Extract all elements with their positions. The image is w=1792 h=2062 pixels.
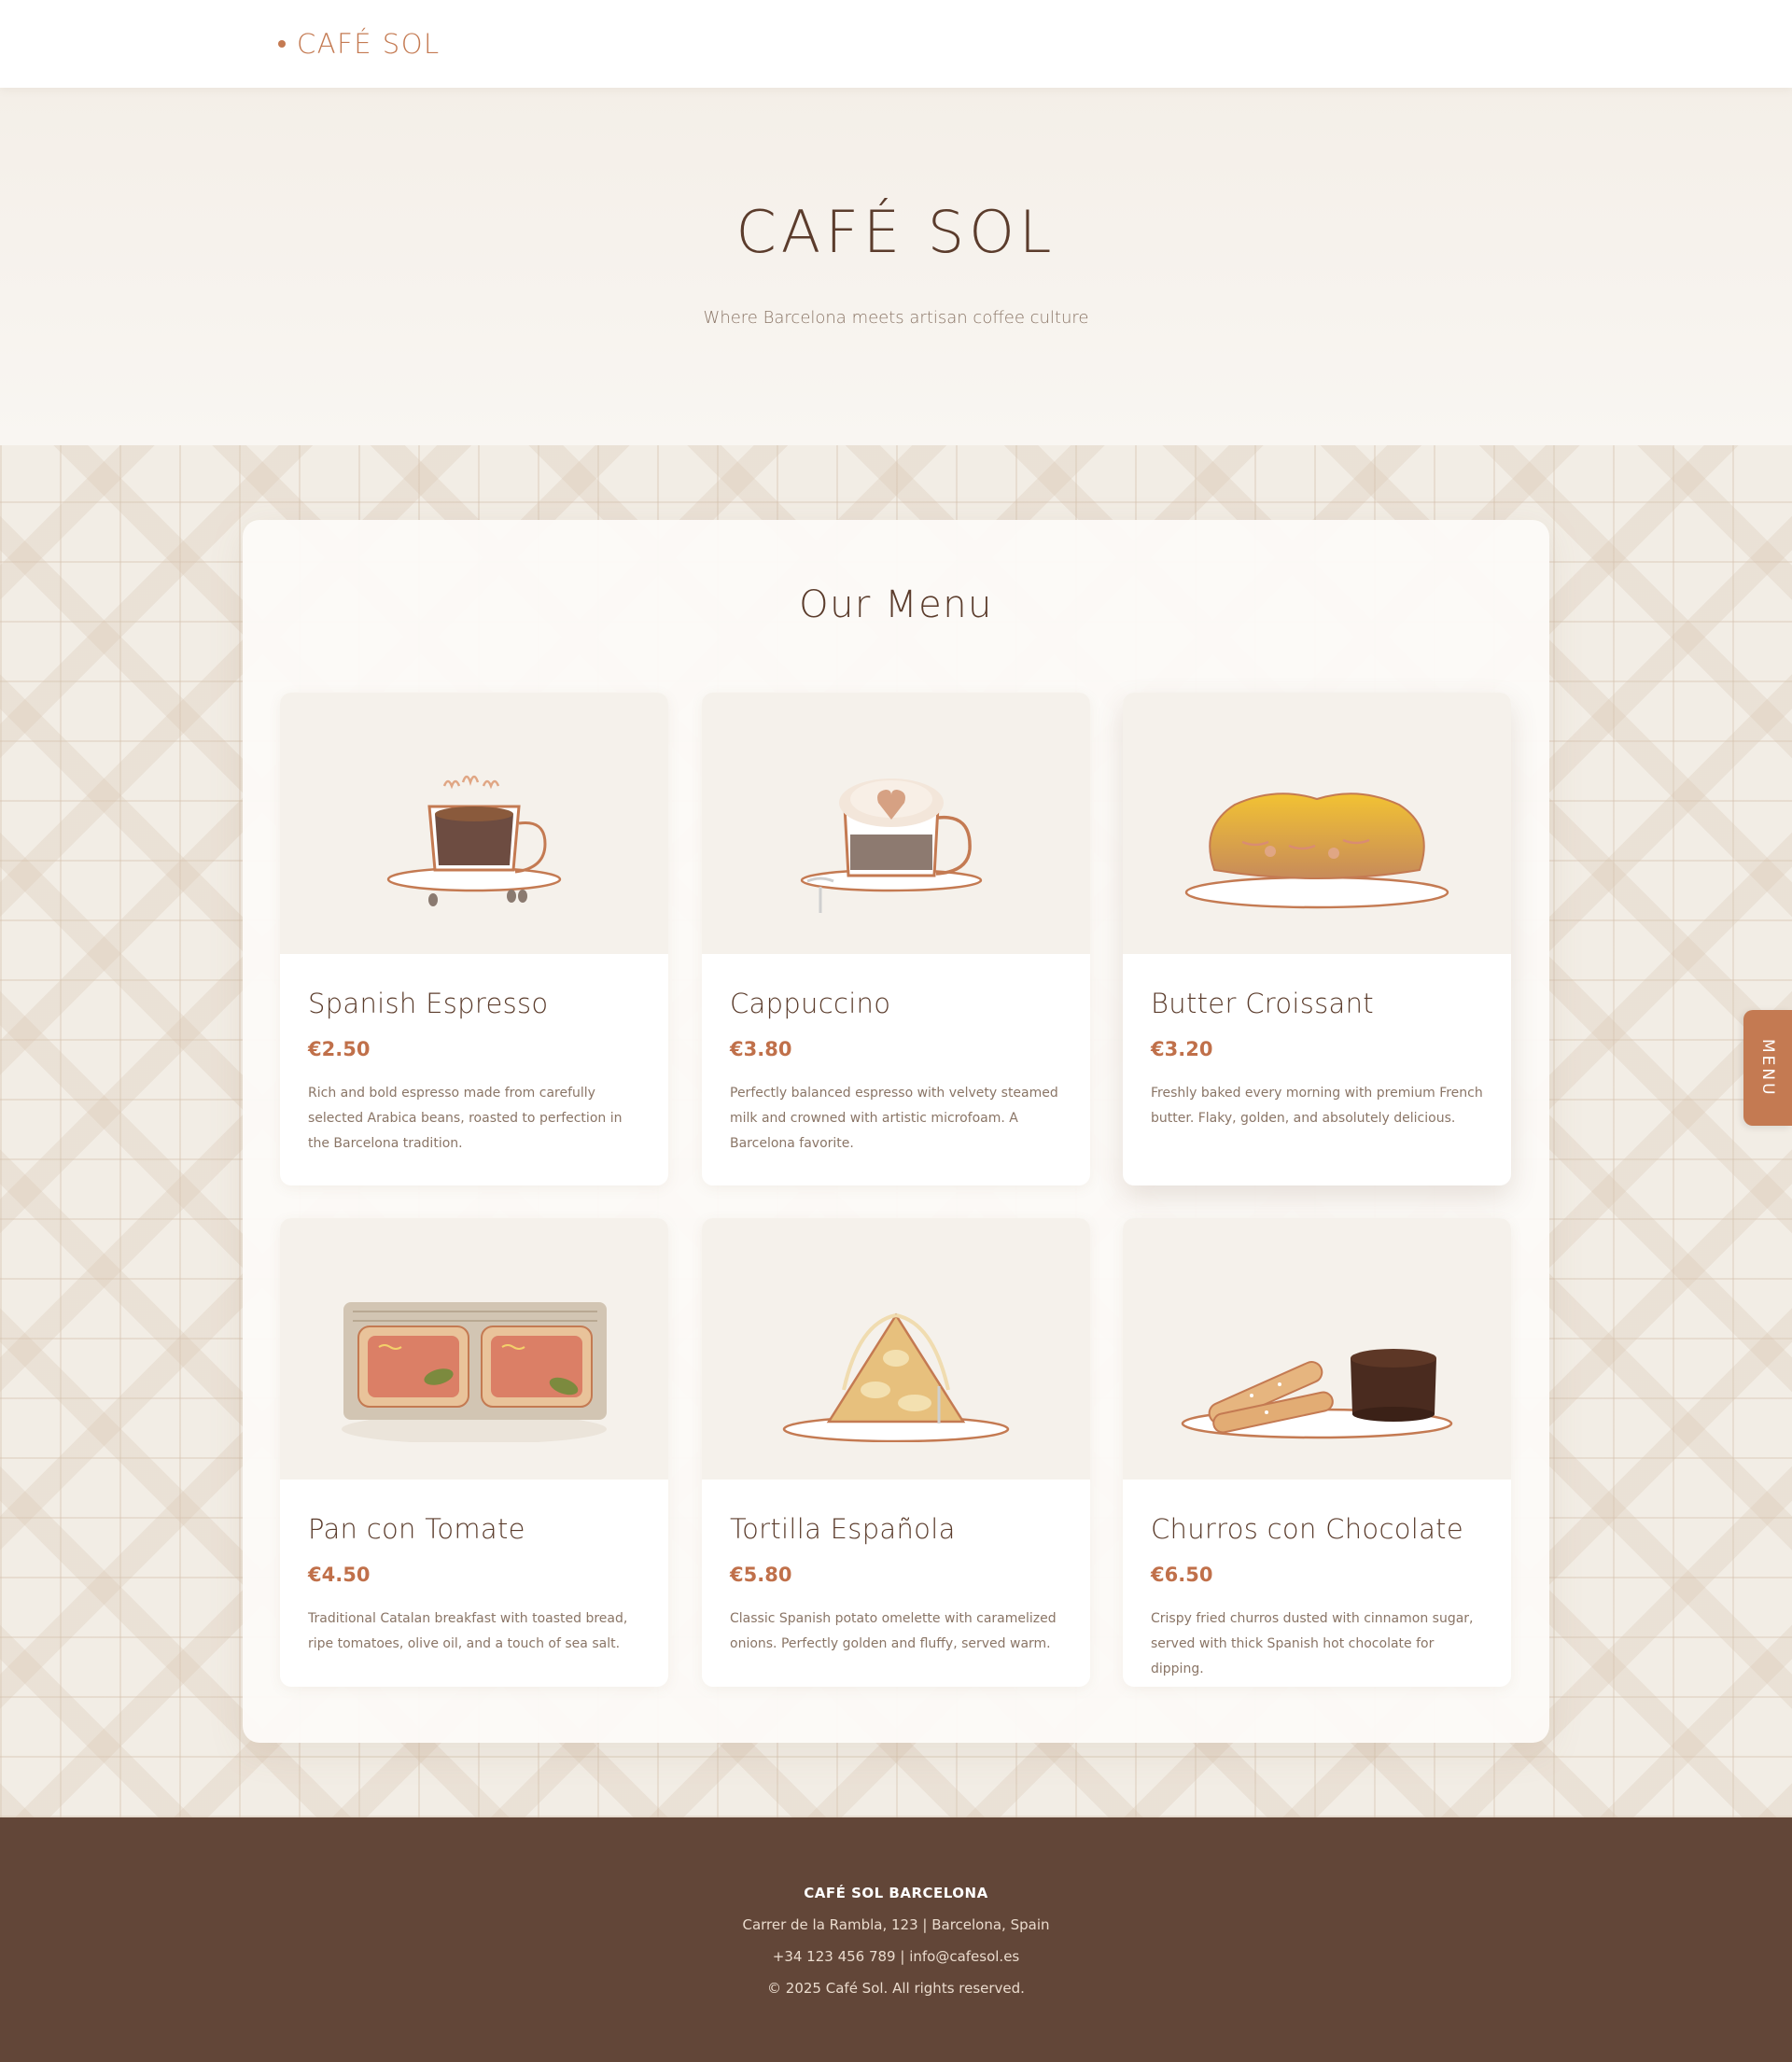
card-image bbox=[702, 1218, 1090, 1480]
footer-address: Carrer de la Rambla, 123 | Barcelona, Sp… bbox=[742, 1916, 1050, 1933]
item-price: €4.50 bbox=[308, 1564, 371, 1586]
card-image bbox=[702, 693, 1090, 954]
logo-dot-icon bbox=[278, 40, 286, 48]
churros-chocolate-icon bbox=[1181, 1349, 1453, 1439]
item-description: Crispy fried churros dusted with cinnamo… bbox=[1151, 1611, 1474, 1676]
item-description: Rich and bold espresso made from careful… bbox=[308, 1086, 623, 1151]
item-name: Spanish Espresso bbox=[308, 988, 549, 1019]
item-name: Churros con Chocolate bbox=[1151, 1513, 1463, 1545]
item-description: Classic Spanish potato omelette with car… bbox=[730, 1611, 1057, 1651]
header-logo[interactable]: CAFÉ SOL bbox=[278, 28, 441, 60]
top-header: CAFÉ SOL bbox=[0, 0, 1792, 88]
tortilla-slice-icon bbox=[782, 1312, 1010, 1442]
menu-section: Our Menu Spanish Espresso €2.50 Rich and… bbox=[243, 520, 1549, 1743]
item-name: Tortilla Española bbox=[730, 1513, 956, 1545]
menu-card-pan-con-tomate[interactable]: Pan con Tomate €4.50 Traditional Catalan… bbox=[280, 1218, 668, 1687]
item-price: €2.50 bbox=[308, 1038, 371, 1060]
logo-text: CAFÉ SOL bbox=[297, 28, 441, 60]
card-image bbox=[280, 1218, 668, 1480]
item-description: Freshly baked every morning with premium… bbox=[1151, 1086, 1483, 1126]
menu-title: Our Menu bbox=[799, 583, 993, 626]
item-price: €3.20 bbox=[1151, 1038, 1213, 1060]
item-name: Butter Croissant bbox=[1151, 988, 1374, 1019]
espresso-cup-icon bbox=[386, 775, 562, 906]
item-name: Pan con Tomate bbox=[308, 1513, 525, 1545]
menu-card-tortilla-espanola[interactable]: Tortilla Española €5.80 Classic Spanish … bbox=[702, 1218, 1090, 1687]
item-description: Perfectly balanced espresso with velvety… bbox=[730, 1086, 1058, 1151]
hero-section: CAFÉ SOL Where Barcelona meets artisan c… bbox=[0, 88, 1792, 445]
side-menu-tab-label: MENU bbox=[1758, 1038, 1777, 1098]
item-price: €6.50 bbox=[1151, 1564, 1213, 1586]
card-image bbox=[1123, 1218, 1511, 1480]
menu-card-spanish-espresso[interactable]: Spanish Espresso €2.50 Rich and bold esp… bbox=[280, 693, 668, 1185]
menu-card-butter-croissant[interactable]: Butter Croissant €3.20 Freshly baked eve… bbox=[1123, 693, 1511, 1185]
menu-card-cappuccino[interactable]: Cappuccino €3.80 Perfectly balanced espr… bbox=[702, 693, 1090, 1185]
card-image bbox=[1123, 693, 1511, 954]
footer-contact: +34 123 456 789 | info@cafesol.es bbox=[772, 1948, 1020, 1965]
pan-con-tomate-icon bbox=[342, 1302, 607, 1442]
croissant-icon bbox=[1184, 793, 1449, 909]
footer: CAFÉ SOL BARCELONA Carrer de la Rambla, … bbox=[0, 1817, 1792, 2062]
item-price: €5.80 bbox=[730, 1564, 792, 1586]
footer-copyright: © 2025 Café Sol. All rights reserved. bbox=[767, 1980, 1025, 1997]
item-price: €3.80 bbox=[730, 1038, 792, 1060]
item-description: Traditional Catalan breakfast with toast… bbox=[308, 1611, 628, 1651]
footer-title: CAFÉ SOL BARCELONA bbox=[804, 1885, 988, 1901]
card-image bbox=[280, 693, 668, 954]
side-menu-tab[interactable]: MENU bbox=[1743, 1010, 1792, 1126]
hero-subtitle: Where Barcelona meets artisan coffee cul… bbox=[703, 308, 1089, 328]
hero-title: CAFÉ SOL bbox=[735, 198, 1057, 266]
menu-card-churros-con-chocolate[interactable]: Churros con Chocolate €6.50 Crispy fried… bbox=[1123, 1218, 1511, 1687]
cappuccino-cup-icon bbox=[800, 779, 983, 913]
item-name: Cappuccino bbox=[730, 988, 891, 1019]
